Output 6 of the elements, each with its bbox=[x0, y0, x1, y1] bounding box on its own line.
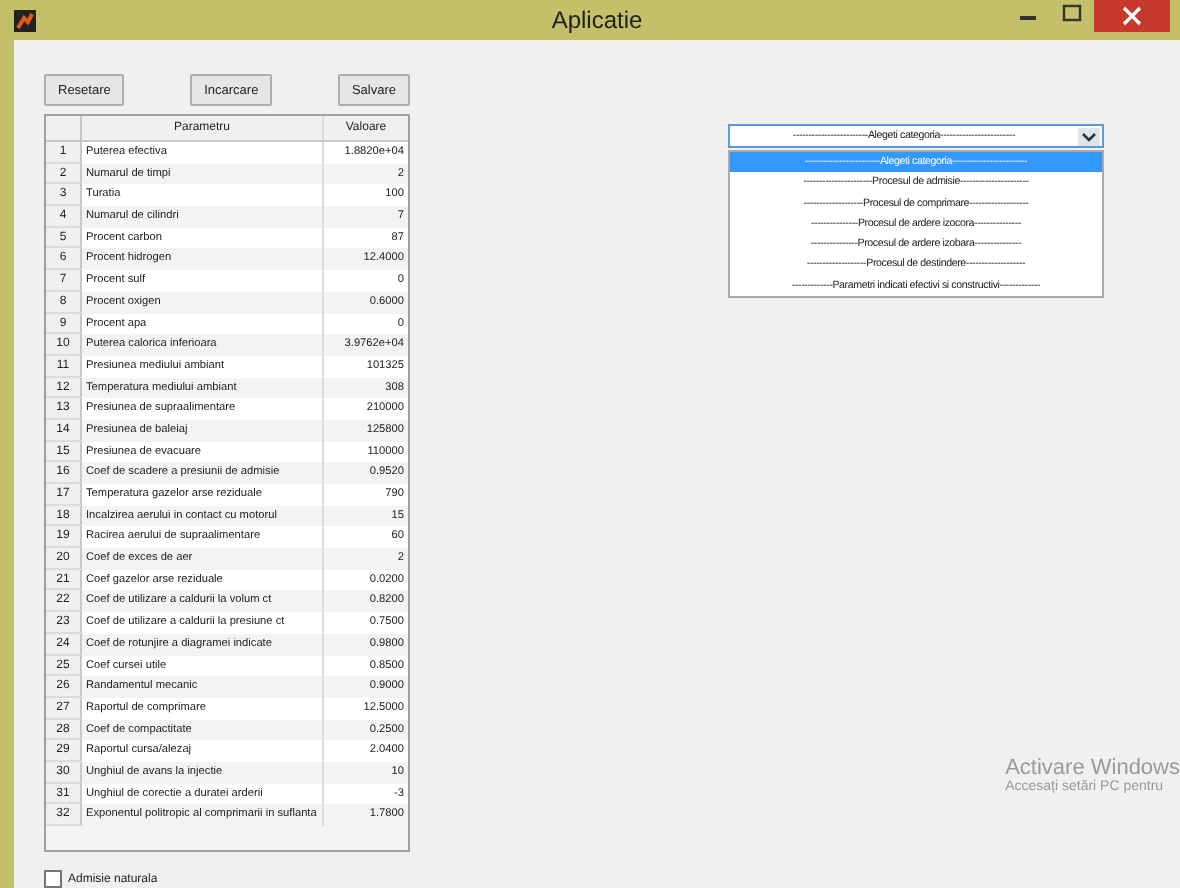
window-title: Aplicatie bbox=[551, 6, 643, 34]
activation-title: Activare Windows bbox=[1005, 756, 1180, 780]
caret-icon bbox=[1078, 127, 1100, 145]
checkbox[interactable] bbox=[44, 870, 62, 888]
app-icon bbox=[14, 9, 36, 31]
close-icon[interactable] bbox=[1094, 0, 1170, 32]
